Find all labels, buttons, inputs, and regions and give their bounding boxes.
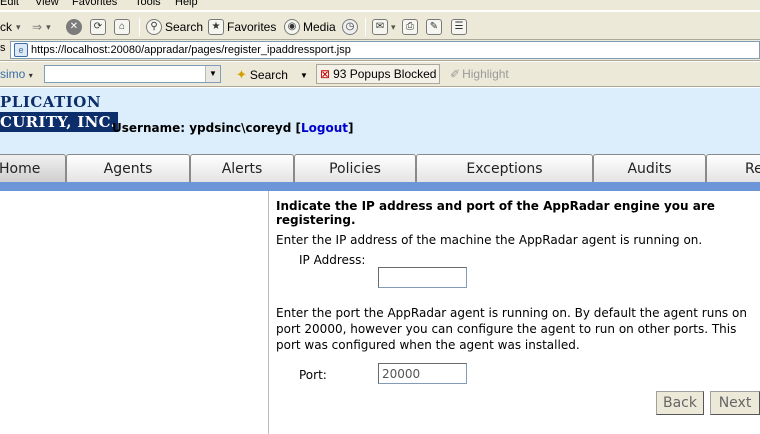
forward-button[interactable]: ⇒ ▾ bbox=[32, 17, 51, 37]
search-toolbar: simo ▾ ▼ ✦ Search ▼ ⊠ 93 Popups Blocked … bbox=[0, 62, 760, 87]
toolbar-search-button[interactable]: ✦ Search ▼ bbox=[236, 67, 308, 83]
search-icon: ⚲ bbox=[146, 19, 162, 35]
print-button[interactable]: ⎙ bbox=[402, 17, 421, 37]
ip-address-row: IP Address: bbox=[276, 251, 760, 303]
ip-instruction: Enter the IP address of the machine the … bbox=[276, 233, 703, 247]
username-suffix: ] bbox=[348, 121, 354, 135]
chevron-down-icon: ▾ bbox=[391, 22, 396, 32]
port-label: Port: bbox=[299, 368, 327, 382]
app-header: PLICATION CURITY, INC. Username: ypdsinc… bbox=[0, 88, 760, 152]
stop-button[interactable]: ✕ bbox=[66, 17, 85, 37]
popup-blocker-button[interactable]: ⊠ 93 Popups Blocked bbox=[316, 64, 441, 84]
chevron-down-icon: ▾ bbox=[46, 22, 51, 32]
menu-edit[interactable]: Edit bbox=[0, 0, 19, 8]
tab-exceptions[interactable]: Exceptions bbox=[416, 154, 593, 182]
discuss-icon: ☰ bbox=[451, 19, 467, 35]
forward-arrow-icon: ⇒ bbox=[32, 20, 43, 34]
toolbar-search-input[interactable]: ▼ bbox=[44, 65, 221, 83]
highlight-button[interactable]: ✐ Highlight bbox=[450, 67, 509, 81]
chevron-down-icon: ▼ bbox=[299, 70, 308, 80]
address-url: https://localhost:20080/appradar/pages/r… bbox=[31, 44, 351, 56]
port-input[interactable] bbox=[378, 363, 467, 384]
logout-link[interactable]: Logout bbox=[301, 121, 348, 135]
chevron-down-icon[interactable]: ▼ bbox=[205, 66, 220, 82]
favorites-label: Favorites bbox=[227, 20, 277, 34]
toolbar-divider bbox=[139, 18, 140, 36]
menu-view[interactable]: View bbox=[35, 0, 59, 8]
main-nav-tabs: Home Agents Alerts Policies Exceptions A… bbox=[0, 152, 760, 182]
refresh-icon: ⟳ bbox=[90, 19, 106, 35]
port-row: Port: bbox=[276, 363, 760, 393]
form-heading: Indicate the IP address and port of the … bbox=[276, 199, 715, 227]
discuss-button[interactable]: ☰ bbox=[451, 17, 470, 37]
history-icon: ◷ bbox=[342, 19, 358, 35]
media-label: Media bbox=[303, 20, 336, 34]
mail-button[interactable]: ✉ ▾ bbox=[372, 17, 396, 37]
back-label: ck bbox=[0, 20, 12, 34]
home-button[interactable]: ⌂ bbox=[114, 17, 133, 37]
company-logo-line1: PLICATION bbox=[0, 93, 102, 111]
stop-icon: ✕ bbox=[66, 19, 82, 35]
popups-label: 93 Popups Blocked bbox=[333, 67, 437, 81]
media-icon: ◉ bbox=[284, 19, 300, 35]
toolbar-brand[interactable]: simo ▾ bbox=[0, 67, 33, 81]
user-info: Username: ypdsinc\coreyd [Logout] bbox=[112, 121, 354, 135]
search-label: Search bbox=[165, 20, 204, 34]
history-button[interactable]: ◷ bbox=[342, 17, 361, 37]
ip-address-input[interactable] bbox=[378, 267, 467, 288]
chevron-down-icon: ▾ bbox=[28, 71, 33, 80]
back-button[interactable]: ck ▾ bbox=[0, 17, 21, 37]
home-icon: ⌂ bbox=[114, 19, 130, 35]
port-instruction: Enter the port the AppRadar agent is run… bbox=[276, 306, 747, 352]
toolbar-search-label: Search bbox=[249, 68, 288, 82]
highlight-icon: ✐ bbox=[450, 67, 461, 81]
print-icon: ⎙ bbox=[402, 19, 418, 35]
edit-icon: ✎ bbox=[426, 19, 442, 35]
tab-reports[interactable]: Re bbox=[706, 154, 760, 182]
tab-home[interactable]: Home bbox=[0, 154, 66, 182]
menu-bar: Edit View Favorites Tools Help bbox=[0, 0, 760, 10]
edit-button[interactable]: ✎ bbox=[426, 17, 445, 37]
address-label-fragment: s bbox=[0, 42, 6, 54]
register-form: Indicate the IP address and port of the … bbox=[276, 199, 760, 393]
tab-alerts[interactable]: Alerts bbox=[190, 154, 294, 182]
media-button[interactable]: ◉ Media bbox=[284, 17, 336, 37]
mail-icon: ✉ bbox=[372, 19, 388, 35]
ip-address-label: IP Address: bbox=[299, 253, 366, 267]
refresh-button[interactable]: ⟳ bbox=[90, 17, 109, 37]
menu-tools[interactable]: Tools bbox=[135, 0, 161, 8]
page-icon: e bbox=[14, 43, 28, 57]
browser-toolbar: ck ▾ ⇒ ▾ ✕ ⟳ ⌂ ⚲ Search ★ Favorites ◉ Me… bbox=[0, 11, 760, 40]
popup-blocked-icon: ⊠ bbox=[320, 67, 331, 81]
tab-agents[interactable]: Agents bbox=[66, 154, 190, 182]
highlight-label: Highlight bbox=[462, 67, 509, 81]
back-button-form[interactable]: Back bbox=[656, 391, 704, 415]
favorites-icon: ★ bbox=[208, 19, 224, 35]
search-button[interactable]: ⚲ Search bbox=[146, 17, 203, 37]
company-logo-line2: CURITY, INC. bbox=[0, 112, 119, 132]
chevron-down-icon: ▾ bbox=[16, 22, 21, 32]
address-input[interactable]: e https://localhost:20080/appradar/pages… bbox=[10, 41, 760, 59]
next-button[interactable]: Next bbox=[710, 391, 760, 415]
tab-strip bbox=[0, 182, 760, 191]
menu-help[interactable]: Help bbox=[175, 0, 198, 8]
username-label: Username: ypdsinc\coreyd [ bbox=[112, 121, 301, 135]
favorites-button[interactable]: ★ Favorites bbox=[208, 17, 276, 37]
tab-policies[interactable]: Policies bbox=[294, 154, 416, 182]
content-divider bbox=[268, 191, 269, 434]
tab-audits[interactable]: Audits bbox=[593, 154, 706, 182]
address-bar: s e https://localhost:20080/appradar/pag… bbox=[0, 40, 760, 61]
search-star-icon: ✦ bbox=[236, 67, 247, 82]
menu-favorites[interactable]: Favorites bbox=[72, 0, 117, 8]
toolbar-divider bbox=[365, 18, 366, 36]
